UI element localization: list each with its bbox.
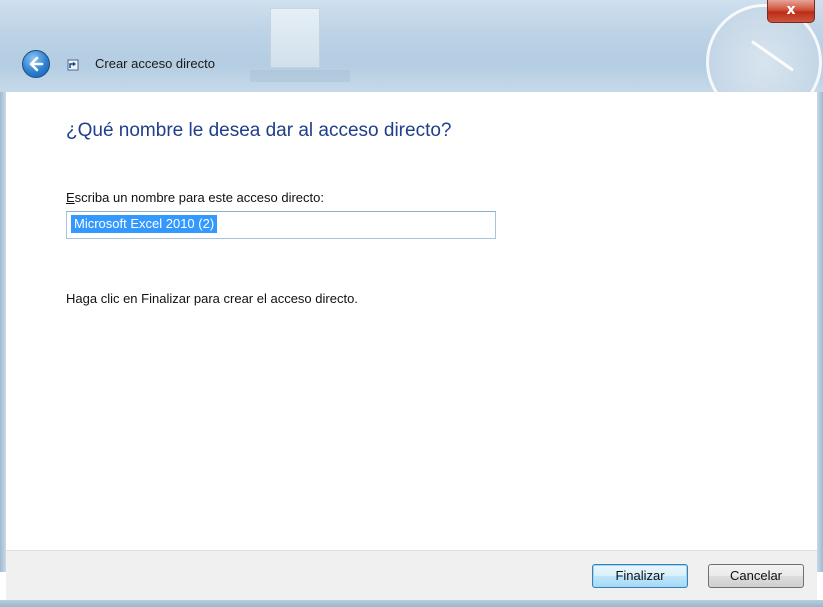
- close-icon: x: [786, 2, 796, 18]
- title-bar: x Crear acceso directo: [0, 0, 823, 92]
- back-arrow-icon: [29, 56, 44, 72]
- desktop-file-caption: [250, 70, 350, 82]
- finish-hint-text: Haga clic en Finalizar para crear el acc…: [66, 291, 358, 306]
- shortcut-wizard-icon: [67, 59, 79, 71]
- shortcut-name-value[interactable]: Microsoft Excel 2010 (2): [71, 215, 218, 233]
- desktop-file-icon: [270, 8, 320, 68]
- back-button[interactable]: [22, 50, 50, 78]
- close-button[interactable]: x: [767, 0, 815, 23]
- window-frame-right: [817, 92, 823, 572]
- wizard-content: ¿Qué nombre le desea dar al acceso direc…: [6, 92, 817, 550]
- page-heading: ¿Qué nombre le desea dar al acceso direc…: [66, 120, 452, 141]
- window-title: Crear acceso directo: [95, 56, 215, 71]
- shortcut-name-label: Escriba un nombre para este acceso direc…: [66, 190, 324, 205]
- create-shortcut-dialog: x Crear acceso directo ¿Qué nombre le de…: [0, 0, 823, 607]
- wizard-footer: Finalizar Cancelar: [6, 550, 817, 601]
- label-mnemonic: E: [66, 190, 75, 205]
- window-frame-bottom: [0, 600, 823, 607]
- cancel-button[interactable]: Cancelar: [708, 564, 804, 588]
- shortcut-name-input[interactable]: Microsoft Excel 2010 (2): [66, 211, 496, 239]
- label-text: scriba un nombre para este acceso direct…: [74, 190, 324, 205]
- finish-button[interactable]: Finalizar: [592, 564, 688, 588]
